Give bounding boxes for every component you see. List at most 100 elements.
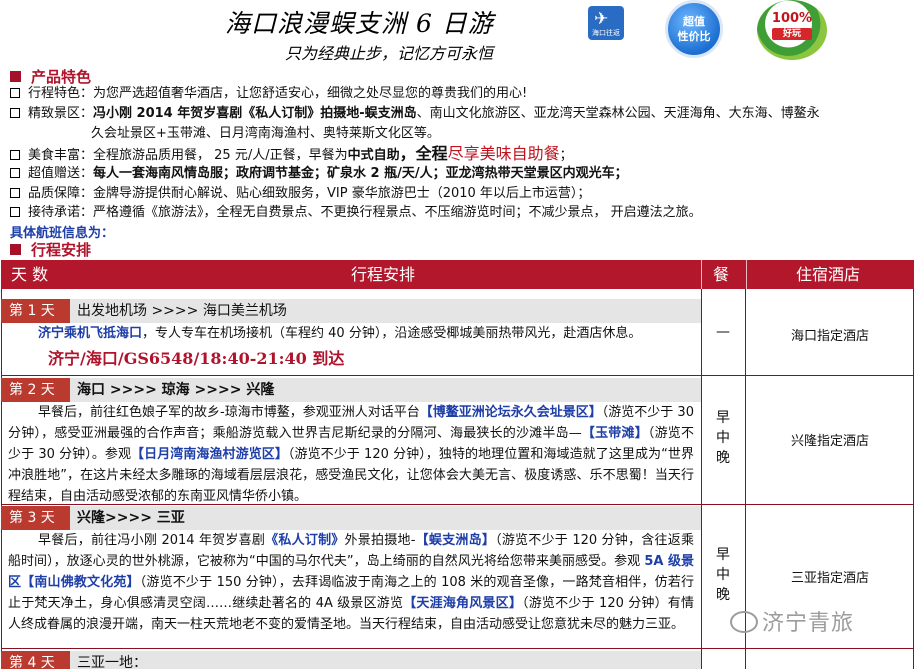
day-description: 济宁乘机飞抵海口，专人专车在机场接机（车程约 40 分钟），沿途感受椰城美丽热带… (38, 323, 698, 344)
itinerary-title-text: 行程安排 (31, 241, 92, 259)
badge-fun-percent: 100% (771, 11, 813, 26)
day-tag: 第 1 天 (1, 299, 70, 323)
feature-item: 行程特色：为您严选超值奢华酒店，让您舒适安心，细微之处尽显您的尊贵我们的用心! (10, 84, 910, 104)
section-square-icon (10, 244, 21, 255)
highlight-text: 【博鳌亚洲论坛永久会址景区】 (419, 405, 602, 420)
feature-label: 行程特色： (28, 86, 94, 101)
meal-breakfast: 早 (716, 547, 730, 563)
row-divider (1, 648, 914, 649)
feature-item-continued: 久会址景区+玉带滩、日月湾南海渔村、奥特莱斯文化区等。 (91, 124, 915, 144)
meal-cell: — (716, 324, 730, 340)
feature-label: 美食丰富： (28, 148, 94, 163)
day-header: 第 2 天 海口 >>>> 琼海 >>>> 兴隆 (1, 378, 701, 402)
value-badge: 超值 性价比 (665, 0, 723, 58)
feature-label: 接待承诺： (28, 205, 94, 220)
column-header-meal: 餐 (713, 265, 730, 284)
column-header-day: 天 数 (11, 265, 49, 284)
feature-item: 品质保障：金牌导游提供耐心解说、贴心细致服务，VIP 豪华旅游巴士（2010 年… (10, 184, 910, 204)
day-route: 兴隆>>>> 三亚 (77, 510, 185, 526)
fun-badge: 100% 好玩 (757, 0, 827, 60)
day-header: 第 1 天 出发地机场 >>>> 海口美兰机场 (1, 299, 701, 323)
feature-item: 接待承诺：严格遵循《旅游法》，全程无自费景点、不更换行程景点、不压缩游览时间；不… (10, 203, 910, 223)
section-square-icon (10, 71, 21, 82)
hotel-cell: 三亚指定酒店 (790, 571, 869, 586)
feature-label: 精致景区： (28, 106, 94, 121)
checkbox-icon (10, 168, 20, 178)
logo-text: 海口往返 (592, 29, 620, 37)
page-subtitle: 只为经典止步，记忆方可永恒 (285, 44, 494, 63)
day-text: 早餐后，前往冯小刚 2014 年贺岁喜剧 (38, 533, 266, 548)
day-tag: 第 2 天 (1, 378, 70, 402)
checkbox-icon (10, 207, 20, 217)
day-description: 早餐后，前往红色娘子军的故乡-琼海市博鳌，参观亚洲人对话平台【博鳌亚洲论坛永久会… (8, 402, 694, 507)
feature-label: 品质保障： (28, 186, 94, 201)
feature-text: 久会址景区+玉带滩、日月湾南海渔村、奥特莱斯文化区等。 (91, 126, 440, 141)
meal-dinner: 晚 (716, 587, 730, 603)
itinerary-table-header: 天 数 行程安排 餐 住宿酒店 (1, 260, 914, 289)
feature-lead: 冯小刚 2014 年贺岁喜剧《私人订制》拍摄地-蜈支洲岛 (93, 106, 417, 121)
meal-cell: 早 中 晚 (702, 408, 744, 468)
hotel-cell: 兴隆指定酒店 (790, 434, 869, 449)
day-description: 早餐后，前往冯小刚 2014 年贺岁喜剧《私人订制》外景拍摄地-【蜈支洲岛】（游… (8, 530, 694, 635)
flight-detail: 济宁/海口/GS6548/18:40-21:40 到达 (48, 349, 345, 368)
column-divider (701, 260, 702, 289)
feature-item: 超值赠送：每人一套海南风情岛服；政府调节基金；矿泉水 2 瓶/天/人；亚龙湾热带… (10, 164, 910, 184)
feature-bold: 中式自助 (347, 148, 400, 163)
itinerary-section-title: 行程安排 (10, 239, 91, 260)
day-text: 外景拍摄地- (344, 533, 416, 548)
meal-lunch: 中 (716, 430, 730, 446)
meal-breakfast: 早 (716, 410, 730, 426)
feature-text: 每人一套海南风情岛服；政府调节基金；矿泉水 2 瓶/天/人；亚龙湾热带天堂景区内… (93, 166, 628, 181)
feature-label: 超值赠送： (28, 166, 94, 181)
meal-cell: 早 中 晚 (702, 545, 744, 605)
meal-lunch: 中 (716, 567, 730, 583)
table-border (913, 289, 914, 669)
meal-dinner: 晚 (716, 450, 730, 466)
feature-bold: ，全程 (399, 144, 448, 163)
day-tag: 第 4 天 (1, 651, 70, 669)
highlight-text: 【日月湾南海渔村游览区】 (131, 447, 288, 462)
wechat-icon (730, 611, 758, 633)
day-route: 海口 >>>> 琼海 >>>> 兴隆 (77, 382, 275, 398)
checkbox-icon (10, 188, 20, 198)
day-route: 出发地机场 >>>> 海口美兰机场 (77, 303, 287, 319)
day-text: ，专人专车在机场接机（车程约 40 分钟），沿途感受椰城美丽热带风光，赴酒店休息… (142, 326, 642, 341)
day-header: 第 3 天 兴隆>>>> 三亚 (1, 506, 701, 530)
feature-text: 为您严选超值奢华酒店，让您舒适安心，细微之处尽显您的尊贵我们的用心! (93, 86, 528, 101)
badge-value-line-1: 超值 (683, 15, 705, 28)
highlight-text: 【蜈支洲岛】 (415, 533, 496, 548)
header: 海口浪漫蜈支洲 6 日游 只为经典止步，记忆方可永恒 ✈ 海口往返 超值 性价比… (0, 0, 915, 63)
feature-text: 严格遵循《旅游法》，全程无自费景点、不更换行程景点、不压缩游览时间；不减少景点，… (93, 205, 702, 220)
watermark-text: 济宁青旅 (762, 611, 855, 636)
highlight-text: 《私人订制》 (265, 533, 345, 548)
badge-value-line-2: 性价比 (677, 30, 711, 43)
feature-text: 金牌导游提供耐心解说、贴心细致服务，VIP 豪华旅游巴士（2010 年以后上市运… (93, 186, 591, 201)
column-divider (746, 260, 747, 289)
table-border (1, 289, 2, 669)
feature-item: 精致景区：冯小刚 2014 年贺岁喜剧《私人订制》拍摄地-蜈支洲岛、南山文化旅游… (10, 104, 910, 124)
badge-fun-label: 好玩 (772, 28, 812, 40)
page-title: 海口浪漫蜈支洲 6 日游 (225, 9, 494, 38)
day-header: 第 4 天 三亚一地： (1, 651, 701, 669)
feature-text: ； (559, 148, 573, 163)
feature-red: 尽享美味自助餐 (447, 144, 560, 163)
airline-logo: ✈ 海口往返 (588, 6, 624, 40)
highlight-text: 【天涯海角风景区】 (403, 596, 523, 611)
hotel-cell: 海口指定酒店 (790, 329, 869, 344)
plane-icon: ✈ (594, 9, 609, 29)
day-text: 早餐后，前往红色娘子军的故乡-琼海市博鳌，参观亚洲人对话平台 (38, 405, 420, 420)
day-route: 三亚一地： (77, 655, 147, 669)
feature-item: 美食丰富：全程旅游品质用餐， 25 元/人/正餐，早餐为中式自助，全程尽享美味自… (10, 144, 910, 166)
day-tag: 第 3 天 (1, 506, 70, 530)
watermark: 济宁青旅 (730, 605, 854, 637)
feature-text: 全程旅游品质用餐， 25 元/人/正餐，早餐为 (93, 148, 348, 163)
checkbox-icon (10, 108, 20, 118)
feature-text: 、南山文化旅游区、亚龙湾天堂森林公园、天涯海角、大东海、博鳌永 (416, 106, 820, 121)
column-header-hotel: 住宿酒店 (796, 265, 861, 284)
table-border (701, 289, 702, 669)
row-divider (1, 375, 914, 376)
column-header-plan: 行程安排 (351, 265, 416, 284)
checkbox-icon (10, 150, 20, 160)
checkbox-icon (10, 88, 20, 98)
highlight-text: 【玉带滩】 (581, 426, 648, 441)
